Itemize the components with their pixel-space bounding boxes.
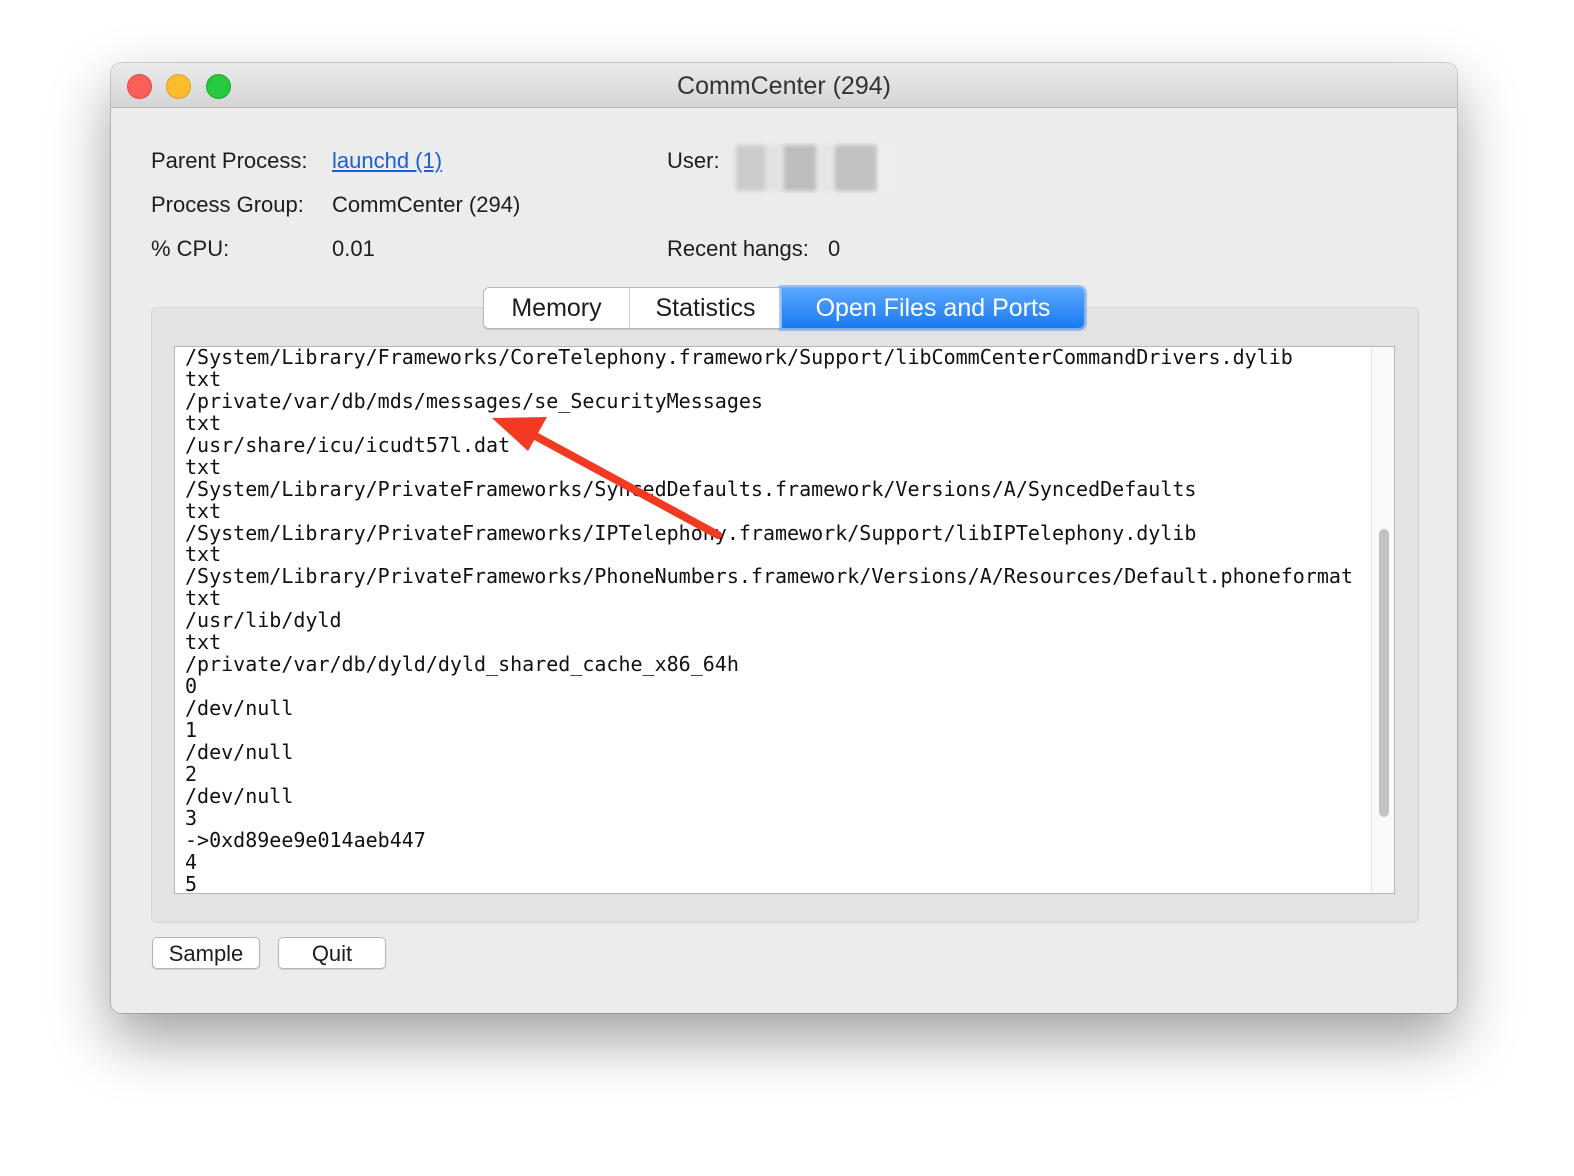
open-file-line: 5 [185,871,198,894]
parent-process-label: Parent Process: [151,148,308,173]
open-files-text-view[interactable]: /System/Library/Frameworks/CoreTelephony… [174,346,1395,894]
scrollbar-thumb[interactable] [1379,529,1389,817]
user-label: User: [667,148,720,173]
open-file-line: /System/Library/PrivateFrameworks/PhoneN… [185,564,1353,589]
sample-button[interactable]: Sample [152,937,260,969]
recent-hangs-value: 0 [828,236,841,261]
open-file-line: /private/var/db/mds/messages/se_Security… [185,388,763,413]
open-files-list: /System/Library/Frameworks/CoreTelephony… [185,346,1353,894]
open-file-line: txt [185,586,222,611]
open-file-line: txt [185,410,222,435]
open-file-line: ->0xd89ee9e014aeb447 [185,827,426,852]
process-inspector-window: CommCenter (294) Parent Process: launchd… [111,63,1457,1013]
tab-open-files-and-ports[interactable]: Open Files and Ports [782,288,1084,328]
title-bar: CommCenter (294) [111,63,1457,108]
open-file-line: /private/var/db/dyld/dyld_shared_cache_x… [185,652,739,677]
open-file-line: txt [185,542,222,567]
tab-bar: Memory Statistics Open Files and Ports [483,287,1085,329]
process-group-label: Process Group: [151,192,304,217]
open-file-line: txt [185,630,222,655]
open-file-line: 2 [185,761,198,786]
open-file-line: /dev/null [185,739,294,764]
cpu-label: % CPU: [151,236,230,261]
quit-button[interactable]: Quit [278,937,386,969]
open-file-line: 3 [185,805,198,830]
cpu-value: 0.01 [332,236,375,261]
open-file-line: /dev/null [185,696,294,720]
redacted-user-name [736,145,896,191]
open-file-line: /System/Library/Frameworks/CoreTelephony… [185,346,1293,369]
open-file-line: txt [185,498,222,523]
recent-hangs-label: Recent hangs: [667,236,809,261]
open-file-line: 4 [185,849,198,874]
tab-memory[interactable]: Memory [484,288,630,328]
open-file-line: /System/Library/PrivateFrameworks/IPTele… [185,520,1197,545]
open-file-line: /usr/lib/dyld [185,608,342,633]
open-file-line: /System/Library/PrivateFrameworks/Synced… [185,476,1197,501]
open-file-line: 0 [185,674,198,699]
open-file-line: txt [185,366,222,391]
open-file-line: /usr/share/icu/icudt57l.dat [185,432,511,457]
window-title: CommCenter (294) [677,72,891,100]
parent-process-link[interactable]: launchd (1) [332,148,442,174]
tab-statistics[interactable]: Statistics [630,288,782,328]
open-file-line: txt [185,454,222,479]
open-file-line: /dev/null [185,783,294,808]
process-group-value: CommCenter (294) [332,192,521,217]
open-file-line: 1 [185,717,198,742]
